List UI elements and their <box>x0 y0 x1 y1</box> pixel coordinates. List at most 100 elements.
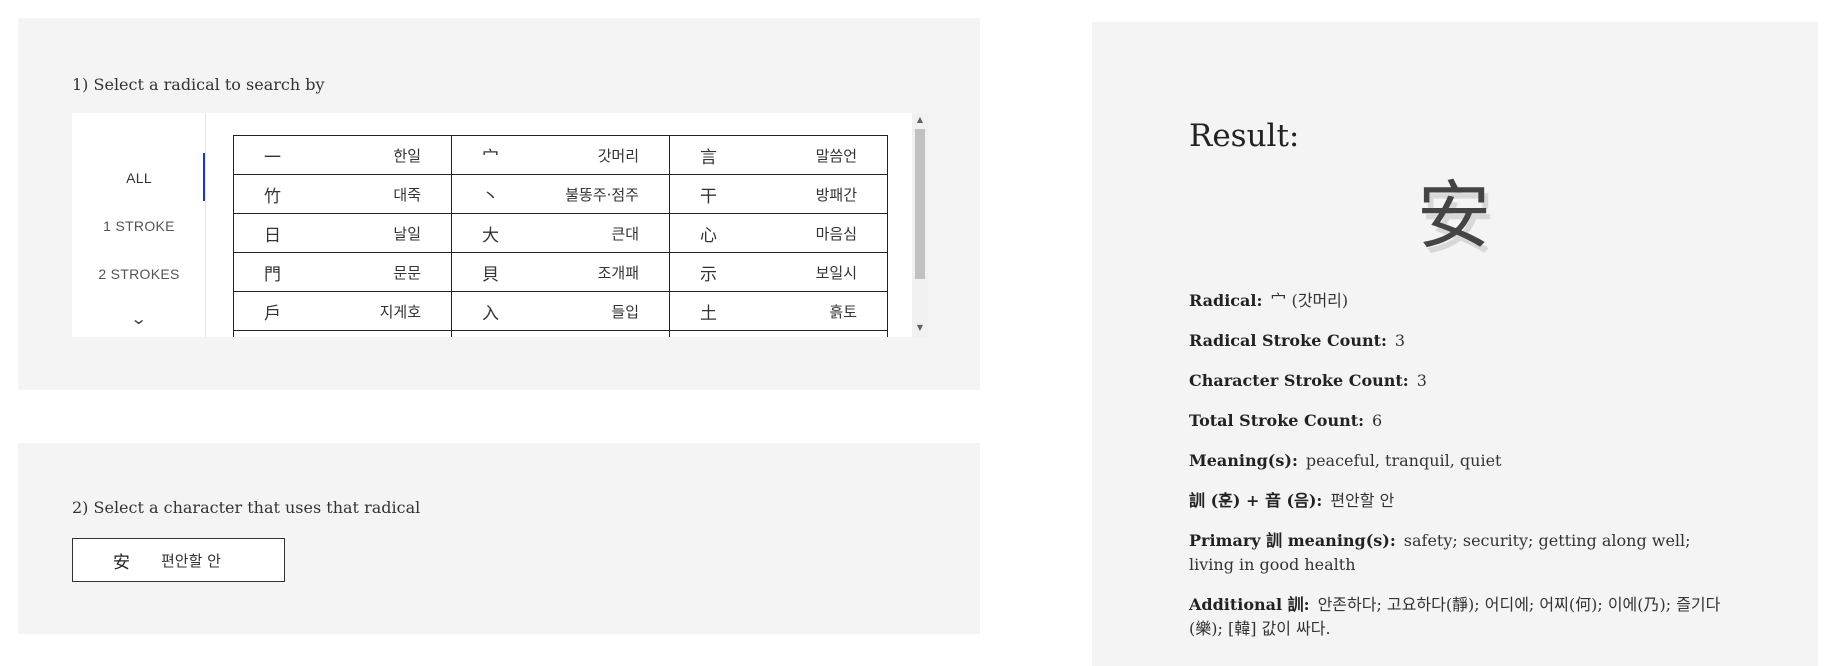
radical-glyph: 一 <box>264 147 281 168</box>
radical-name: 마음심 <box>815 224 857 243</box>
result-field-value: 3 <box>1416 371 1427 390</box>
result-field: Primary 訓 meaning(s): safety; security; g… <box>1189 529 1739 577</box>
radical-glyph: 土 <box>700 303 717 324</box>
result-field: 訓 (훈) + 音 (음): 편안할 안 <box>1189 489 1739 513</box>
radical-glyph: 宀 <box>482 147 499 168</box>
result-field: Total Stroke Count: 6 <box>1189 409 1739 433</box>
radical-row: 日 날일 大 큰대 心 마음심 <box>233 213 888 253</box>
radical-cell[interactable]: 門 문문 <box>233 252 452 292</box>
result-field: Additional 訓: 안존하다; 고요하다(靜); 어디에; 어찌(何); … <box>1189 593 1739 641</box>
result-field-value: 편안할 안 <box>1330 491 1395 510</box>
radical-name: 들입 <box>611 302 639 321</box>
radical-glyph: 門 <box>264 264 281 285</box>
result-field-label: Character Stroke Count: <box>1189 371 1409 390</box>
radical-name: 보일시 <box>815 263 857 282</box>
radical-row: 一 한일 宀 갓머리 言 말씀언 <box>233 135 888 175</box>
radical-glyph: 入 <box>482 303 499 324</box>
result-field-label: 訓 (훈) + 音 (음): <box>1189 491 1323 510</box>
radical-cell[interactable]: 丶 불똥주·점주 <box>451 174 670 214</box>
radical-glyph: 心 <box>700 225 717 246</box>
character-option[interactable]: 安 편안할 안 <box>72 538 285 582</box>
radical-cell[interactable]: 竹 대죽 <box>233 174 452 214</box>
radical-cell[interactable]: 大 큰대 <box>451 213 670 253</box>
result-fields: Radical: 宀 (갓머리) Radical Stroke Count: 3 Cha… <box>1189 289 1739 657</box>
radical-row: 門 문문 貝 조개패 示 보일시 <box>233 252 888 292</box>
radical-cell[interactable]: 一 한일 <box>233 135 452 175</box>
radical-cell[interactable]: 日 날일 <box>233 213 452 253</box>
radical-cell[interactable] <box>451 330 670 337</box>
radical-glyph: 日 <box>264 225 281 246</box>
result-field-label: Meaning(s): <box>1189 451 1298 470</box>
result-character: 安 <box>1417 173 1491 259</box>
radical-scrollbar[interactable]: ▲ ▼ <box>912 113 928 337</box>
radical-cell[interactable]: 貝 조개패 <box>451 252 670 292</box>
result-field-label: Primary 訓 meaning(s): <box>1189 531 1396 550</box>
result-panel: Result: 安 安 Radical: 宀 (갓머리) Radical Strok… <box>1092 22 1818 666</box>
result-field: Meaning(s): peaceful, tranquil, quiet <box>1189 449 1739 473</box>
radical-grid: 一 한일 宀 갓머리 言 말씀언 竹 대죽 丶 불똥주·점주 干 방패간 日 날일 大 큰대 心 마음심 門 문문 貝 조… <box>233 113 893 337</box>
radical-row: 竹 대죽 丶 불똥주·점주 干 방패간 <box>233 174 888 214</box>
radical-name: 조개패 <box>597 263 639 282</box>
result-field-value: 6 <box>1372 411 1383 430</box>
radical-name: 말씀언 <box>815 146 857 165</box>
scrollbar-thumb[interactable] <box>915 129 925 279</box>
radical-cell[interactable] <box>233 330 452 337</box>
radical-name: 문문 <box>393 263 421 282</box>
radical-name: 한일 <box>393 146 421 165</box>
step2-heading: 2) Select a character that uses that rad… <box>72 498 421 517</box>
radical-name: 지게호 <box>379 302 421 321</box>
radical-cell[interactable]: 心 마음심 <box>669 213 888 253</box>
result-field: Radical Stroke Count: 3 <box>1189 329 1739 353</box>
character-option-reading: 편안할 안 <box>161 551 221 570</box>
radical-glyph: 示 <box>700 264 717 285</box>
scroll-down-icon[interactable]: ▼ <box>912 323 928 332</box>
result-title: Result: <box>1189 118 1300 154</box>
radical-name: 대죽 <box>393 185 421 204</box>
radical-row: 戶 지게호 入 들입 土 흙토 <box>233 291 888 331</box>
radical-cell[interactable]: 土 흙토 <box>669 291 888 331</box>
radical-cell[interactable]: 戶 지게호 <box>233 291 452 331</box>
radical-glyph: 丶 <box>482 186 499 207</box>
stroke-filter-nav: ALL 1 STROKE 2 STROKES ⌄ <box>72 113 206 337</box>
radical-glyph: 言 <box>700 147 717 168</box>
result-field-value: 宀 (갓머리) <box>1270 291 1349 310</box>
stroke-tab-2-strokes[interactable]: 2 STROKES <box>72 266 206 282</box>
radical-picker: ALL 1 STROKE 2 STROKES ⌄ 一 한일 宀 갓머리 言 말씀언 竹 대죽 丶… <box>72 113 928 337</box>
radical-cell[interactable]: 干 방패간 <box>669 174 888 214</box>
radical-glyph: 竹 <box>264 186 281 207</box>
radical-name: 방패간 <box>815 185 857 204</box>
chevron-down-icon[interactable]: ⌄ <box>130 309 147 328</box>
result-field-label: Additional 訓: <box>1189 595 1310 614</box>
radical-name: 갓머리 <box>597 146 639 165</box>
result-field: Character Stroke Count: 3 <box>1189 369 1739 393</box>
result-field: Radical: 宀 (갓머리) <box>1189 289 1739 313</box>
radical-name: 흙토 <box>829 302 857 321</box>
radical-cell[interactable]: 示 보일시 <box>669 252 888 292</box>
character-option-glyph: 安 <box>113 552 130 573</box>
active-tab-indicator <box>203 153 205 201</box>
radical-name: 큰대 <box>611 224 639 243</box>
radical-cell[interactable] <box>669 330 888 337</box>
radical-row <box>233 330 888 337</box>
result-character-calligraphy: 安 安 <box>1417 156 1517 265</box>
radical-glyph: 戶 <box>264 303 281 324</box>
radical-name: 날일 <box>393 224 421 243</box>
radical-selection-panel: 1) Select a radical to search by ALL 1 S… <box>18 18 980 390</box>
result-field-label: Total Stroke Count: <box>1189 411 1364 430</box>
radical-cell[interactable]: 言 말씀언 <box>669 135 888 175</box>
result-field-label: Radical: <box>1189 291 1263 310</box>
radical-table: 一 한일 宀 갓머리 言 말씀언 竹 대죽 丶 불똥주·점주 干 방패간 日 날일 大 큰대 心 마음심 門 문문 貝 조… <box>233 135 888 337</box>
step1-heading: 1) Select a radical to search by <box>72 75 325 94</box>
radical-glyph: 干 <box>700 186 717 207</box>
result-field-value: peaceful, tranquil, quiet <box>1305 451 1502 470</box>
radical-glyph: 大 <box>482 225 499 246</box>
radical-name: 불똥주·점주 <box>565 185 639 204</box>
radical-cell[interactable]: 入 들입 <box>451 291 670 331</box>
character-selection-panel: 2) Select a character that uses that rad… <box>18 443 980 634</box>
scroll-up-icon[interactable]: ▲ <box>912 115 928 124</box>
stroke-tab-all[interactable]: ALL <box>72 170 206 186</box>
result-field-label: Radical Stroke Count: <box>1189 331 1387 350</box>
result-field-value: 3 <box>1394 331 1406 350</box>
stroke-tab-1-stroke[interactable]: 1 STROKE <box>72 218 206 234</box>
radical-cell[interactable]: 宀 갓머리 <box>451 135 670 175</box>
